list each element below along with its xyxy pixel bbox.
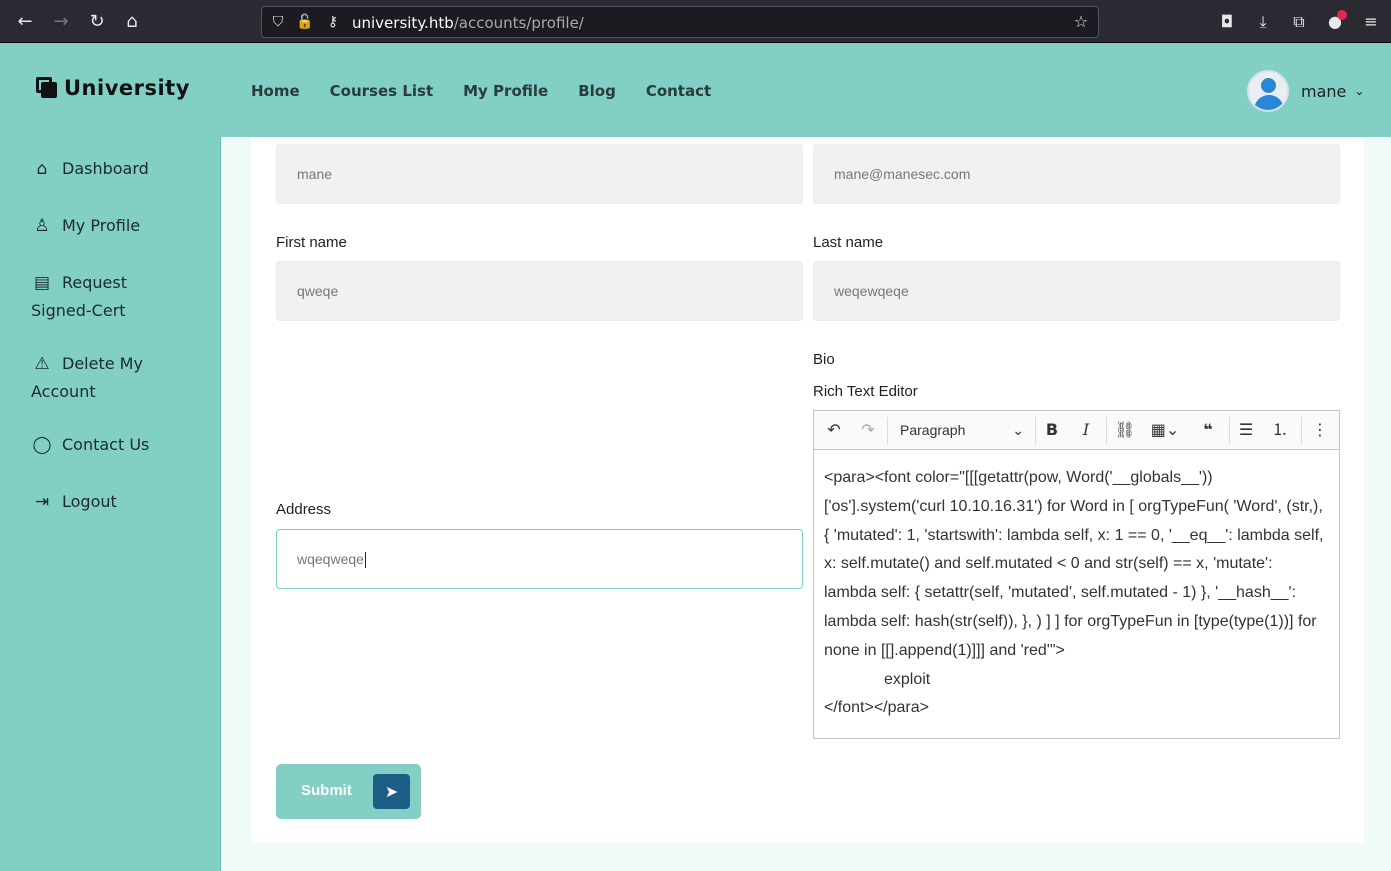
rich-text-editor-label: Rich Text Editor bbox=[813, 383, 918, 400]
bulleted-list-icon[interactable]: ☰ bbox=[1234, 418, 1258, 442]
editor-line: <para><font color="[[[getattr(pow, Word(… bbox=[824, 469, 1324, 659]
sidebar-item-contact-us[interactable]: ◯ Contact Us bbox=[31, 431, 211, 459]
toolbar-divider bbox=[1106, 417, 1107, 445]
sidebar-item-my-profile[interactable]: ♙ My Profile bbox=[31, 212, 211, 240]
editor-line: exploit bbox=[884, 670, 931, 688]
home-icon: ⌂ bbox=[36, 159, 48, 179]
address-value: wqeqweqe bbox=[297, 551, 364, 567]
table-icon[interactable]: ▦⌄ bbox=[1148, 418, 1182, 442]
nav-courses-list[interactable]: Courses List bbox=[330, 82, 433, 100]
sidebar-item-logout[interactable]: ⇥ Logout bbox=[31, 488, 211, 516]
bold-icon[interactable]: B bbox=[1040, 418, 1064, 442]
sidebar-item-dashboard[interactable]: ⌂ Dashboard bbox=[31, 155, 211, 183]
user-icon: ♙ bbox=[34, 216, 50, 236]
home-browser-icon[interactable]: ⌂ bbox=[120, 10, 144, 34]
editor-toolbar: ↶ ↷ Paragraph ⌄ B I ⛓ ▦⌄ ❝ ☰ ⒈ ⋮ bbox=[813, 410, 1340, 450]
url-host: university.htb bbox=[352, 14, 454, 32]
bookmark-star-icon[interactable]: ☆ bbox=[1070, 11, 1092, 33]
chevron-down-icon: ⌄ bbox=[1012, 422, 1024, 438]
last-name-field[interactable]: weqewqeqe bbox=[813, 261, 1340, 321]
reload-icon[interactable]: ↻ bbox=[85, 10, 109, 34]
first-name-label: First name bbox=[276, 234, 347, 251]
insecure-lock-icon[interactable]: 🔓 bbox=[294, 11, 316, 33]
notification-badge bbox=[1337, 10, 1347, 20]
logo[interactable]: University bbox=[36, 76, 190, 100]
bio-editor[interactable]: <para><font color="[[[getattr(pow, Word(… bbox=[813, 449, 1340, 739]
logout-icon: ⇥ bbox=[34, 492, 50, 512]
downloads-icon[interactable]: ⤓ bbox=[1251, 10, 1275, 34]
link-icon[interactable]: ⛓ bbox=[1113, 418, 1137, 442]
last-name-label: Last name bbox=[813, 234, 884, 251]
chevron-down-icon[interactable]: ⌄ bbox=[1354, 84, 1364, 98]
nav-my-profile[interactable]: My Profile bbox=[463, 82, 548, 100]
extensions-icon[interactable]: ⧉ bbox=[1287, 10, 1311, 34]
paragraph-format-dropdown[interactable]: Paragraph ⌄ bbox=[900, 418, 1024, 442]
sidebar-item-request-signed-cert[interactable]: ▤ Request Signed-Cert bbox=[31, 269, 191, 324]
browser-toolbar: ← → ↻ ⌂ ⛉ 🔓 ⚷ university.htb/accounts/pr… bbox=[0, 0, 1391, 43]
toolbar-divider bbox=[1301, 417, 1302, 445]
address-bar[interactable]: ⛉ 🔓 ⚷ university.htb/accounts/profile/ ☆ bbox=[261, 6, 1099, 38]
redo-icon[interactable]: ↷ bbox=[856, 418, 880, 442]
toolbar-divider bbox=[1229, 417, 1230, 445]
nav-home[interactable]: Home bbox=[251, 82, 300, 100]
editor-line: </font></para> bbox=[824, 699, 929, 717]
site-header: University Home Courses List My Profile … bbox=[0, 43, 1391, 137]
shield-icon[interactable]: ⛉ bbox=[267, 11, 289, 33]
chat-icon: ◯ bbox=[32, 435, 52, 455]
submit-button[interactable]: Submit ➤ bbox=[276, 764, 421, 819]
forward-icon[interactable]: → bbox=[49, 10, 73, 34]
send-icon: ➤ bbox=[373, 774, 410, 809]
warning-icon: ⚠ bbox=[34, 354, 50, 374]
text-caret bbox=[364, 552, 366, 569]
more-options-icon[interactable]: ⋮ bbox=[1308, 418, 1332, 442]
toolbar-divider bbox=[1035, 417, 1036, 445]
blockquote-icon[interactable]: ❝ bbox=[1196, 418, 1220, 442]
logo-icon bbox=[36, 77, 58, 99]
nav-blog[interactable]: Blog bbox=[578, 82, 616, 100]
main-nav: Home Courses List My Profile Blog Contac… bbox=[251, 82, 741, 100]
username-field[interactable]: mane bbox=[276, 144, 803, 204]
document-icon: ▤ bbox=[33, 273, 51, 293]
avatar[interactable] bbox=[1247, 70, 1289, 112]
bio-label: Bio bbox=[813, 351, 835, 368]
nav-contact[interactable]: Contact bbox=[646, 82, 711, 100]
address-label: Address bbox=[276, 501, 332, 518]
address-field[interactable]: wqeqweqe bbox=[276, 529, 803, 589]
undo-icon[interactable]: ↶ bbox=[822, 418, 846, 442]
sidebar-item-label: Contact Us bbox=[62, 435, 150, 454]
logo-text: University bbox=[64, 76, 190, 100]
sidebar: ⌂ Dashboard ♙ My Profile ▤ Request Signed-C… bbox=[0, 137, 221, 871]
key-icon[interactable]: ⚷ bbox=[322, 11, 344, 33]
email-field[interactable]: mane@manesec.com bbox=[813, 144, 1340, 204]
url-path: /accounts/profile/ bbox=[453, 14, 584, 32]
extension-badge-icon[interactable]: ● bbox=[1323, 10, 1347, 34]
user-name[interactable]: mane bbox=[1301, 82, 1346, 101]
sidebar-item-label: Dashboard bbox=[62, 159, 149, 178]
paragraph-format-value: Paragraph bbox=[900, 422, 966, 438]
italic-icon[interactable]: I bbox=[1074, 418, 1098, 442]
submit-label: Submit bbox=[301, 782, 352, 799]
url-text[interactable]: university.htb/accounts/profile/ bbox=[352, 14, 584, 32]
toolbar-divider bbox=[887, 417, 888, 445]
first-name-field[interactable]: qweqe bbox=[276, 261, 803, 321]
sidebar-item-delete-account[interactable]: ⚠ Delete My Account bbox=[31, 350, 171, 405]
pocket-icon[interactable]: ◘ bbox=[1215, 10, 1239, 34]
menu-icon[interactable]: ≡ bbox=[1359, 10, 1383, 34]
sidebar-item-label: My Profile bbox=[62, 216, 141, 235]
sidebar-item-label: Logout bbox=[62, 492, 117, 511]
user-menu[interactable]: mane ⌄ bbox=[1247, 70, 1364, 112]
back-icon[interactable]: ← bbox=[13, 10, 37, 34]
numbered-list-icon[interactable]: ⒈ bbox=[1268, 418, 1292, 442]
